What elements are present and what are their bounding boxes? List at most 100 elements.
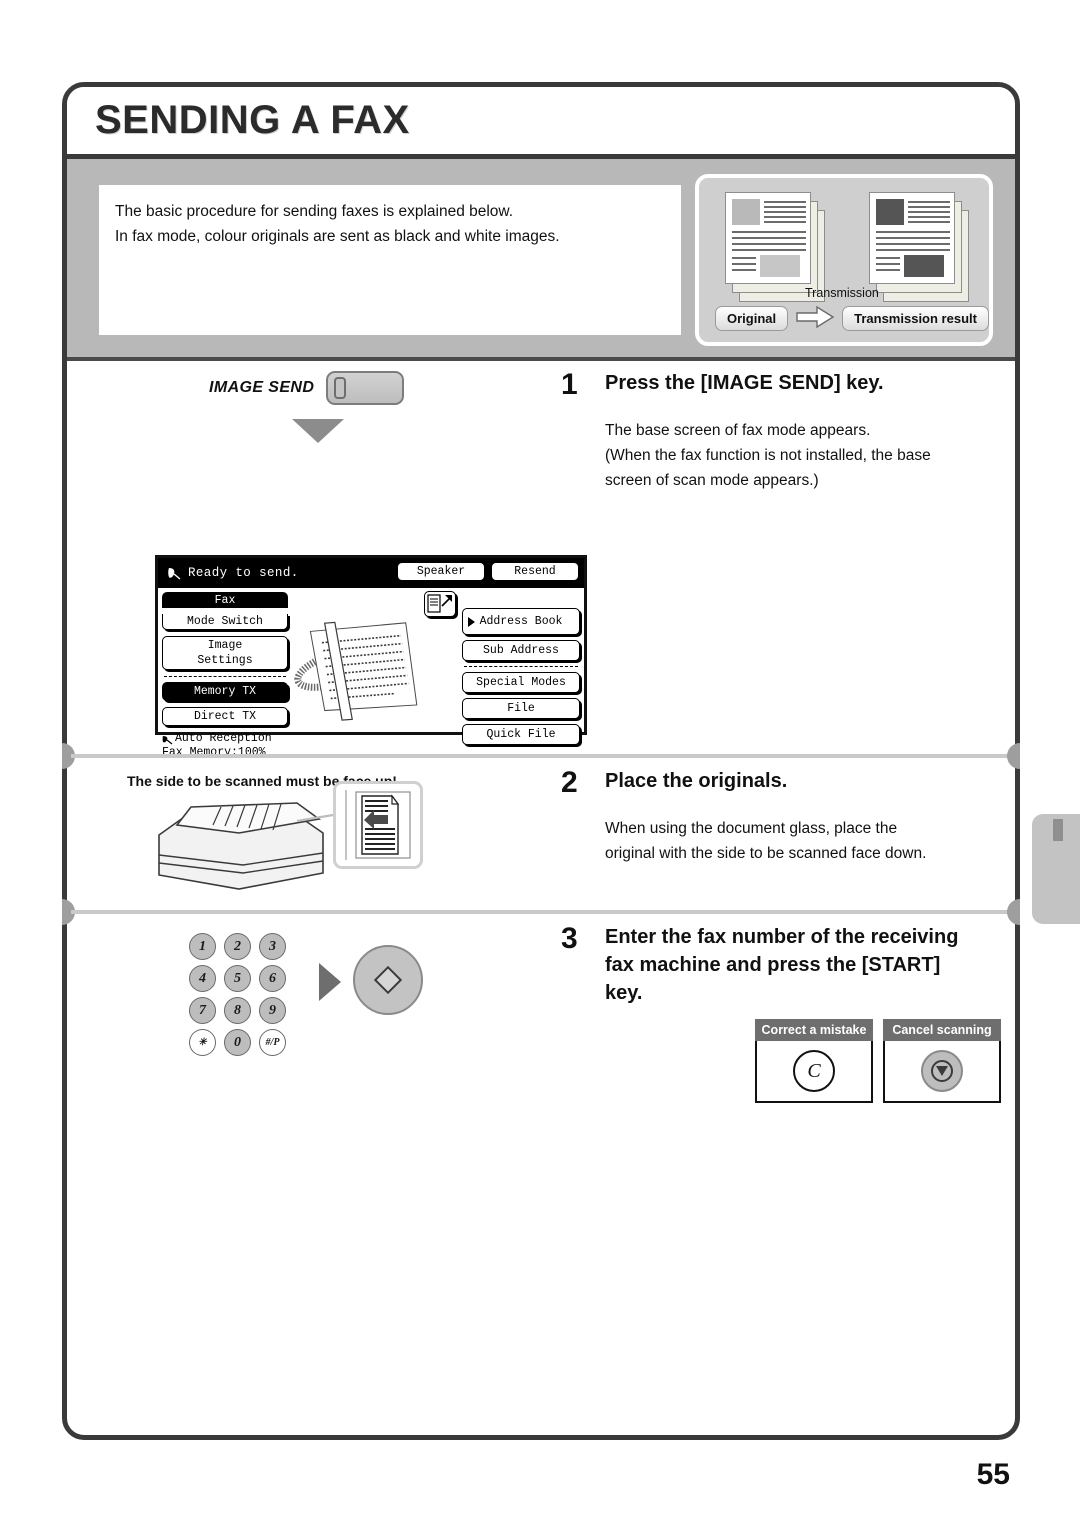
right-column-divider bbox=[464, 666, 578, 667]
keypad-key-8[interactable]: 8 bbox=[224, 997, 251, 1024]
keypad-key-2[interactable]: 2 bbox=[224, 933, 251, 960]
image-send-key-icon bbox=[326, 371, 405, 405]
scanned-document-preview-art bbox=[286, 606, 436, 730]
fax-screen-main: Fax Mode Switch Image Settings Memory TX… bbox=[158, 588, 584, 759]
keypad-row: 7 8 9 bbox=[189, 997, 286, 1024]
procedure-body: IMAGE SEND Ready to send. Speaker Resend… bbox=[62, 361, 1020, 1435]
image-settings-label-bottom: Settings bbox=[197, 654, 253, 667]
keypad-key-3[interactable]: 3 bbox=[259, 933, 286, 960]
address-book-label: Address Book bbox=[479, 615, 563, 628]
illustration-captions: Original Transmission result bbox=[715, 304, 989, 332]
keypad-key-6[interactable]: 6 bbox=[259, 965, 286, 992]
page-frame: SENDING A FAX The basic procedure for se… bbox=[62, 82, 1020, 1440]
image-send-hardware-key[interactable]: IMAGE SEND bbox=[209, 371, 405, 405]
step-2-title: Place the originals. bbox=[605, 770, 788, 792]
address-book-button[interactable]: Address Book bbox=[462, 608, 580, 635]
keypad-key-4[interactable]: 4 bbox=[189, 965, 216, 992]
auto-reception-status: Auto Reception bbox=[162, 732, 288, 745]
step-1: IMAGE SEND Ready to send. Speaker Resend… bbox=[67, 361, 1015, 759]
step-2-illustration: The side to be scanned must be face up! bbox=[67, 763, 561, 911]
step-1-title: Press the [IMAGE SEND] key. bbox=[605, 372, 884, 394]
image-settings-label-top: Image bbox=[207, 639, 243, 652]
numeric-keypad[interactable]: 1 2 3 4 5 6 7 8 9 ✳ 0 #/P bbox=[189, 933, 286, 1061]
auto-reception-label: Auto Reception bbox=[175, 732, 272, 745]
step-divider-2 bbox=[62, 899, 1020, 925]
step-3-illustration: 1 2 3 4 5 6 7 8 9 ✳ 0 #/P bbox=[67, 919, 561, 1159]
step-3-title: Enter the fax number of the receiving fa… bbox=[605, 923, 958, 1007]
file-button[interactable]: File bbox=[462, 698, 580, 719]
step-2-number: 2 bbox=[561, 766, 578, 799]
keypad-row: ✳ 0 #/P bbox=[189, 1029, 286, 1056]
correct-mistake-card: Correct a mistake C bbox=[755, 1019, 873, 1103]
flow-down-arrow-icon bbox=[292, 419, 344, 443]
document-feeder-illustration bbox=[147, 799, 337, 896]
manual-page: SENDING A FAX The basic procedure for se… bbox=[0, 0, 1080, 1528]
step-3-text: 3 Enter the fax number of the receiving … bbox=[561, 923, 1011, 1007]
step-1-text: 1 Press the [IMAGE SEND] key. The base s… bbox=[561, 369, 1011, 493]
start-key[interactable] bbox=[353, 945, 423, 1015]
cancel-scanning-caption: Cancel scanning bbox=[883, 1019, 1001, 1041]
page-title: SENDING A FAX bbox=[95, 98, 410, 142]
keypad-row: 4 5 6 bbox=[189, 965, 286, 992]
step-2-description: When using the document glass, place the… bbox=[605, 816, 1011, 866]
step-2-body-line-1: When using the document glass, place the bbox=[605, 820, 898, 837]
image-settings-button[interactable]: Image Settings bbox=[162, 636, 288, 670]
keypad-to-start-arrow-icon bbox=[319, 963, 341, 1001]
stop-key[interactable] bbox=[921, 1050, 963, 1092]
correct-mistake-well: C bbox=[755, 1041, 873, 1103]
handset-icon bbox=[166, 565, 183, 582]
start-diamond-icon bbox=[373, 965, 403, 995]
keypad-key-0[interactable]: 0 bbox=[224, 1029, 251, 1056]
step-1-body-line-2: (When the fax function is not installed,… bbox=[605, 447, 931, 464]
keypad-key-7[interactable]: 7 bbox=[189, 997, 216, 1024]
fax-mode-switch-button-top[interactable]: Fax bbox=[162, 592, 288, 608]
quick-file-button[interactable]: Quick File bbox=[462, 724, 580, 745]
step-3-title-line-1: Enter the fax number of the receiving bbox=[605, 926, 959, 948]
speaker-button[interactable]: Speaker bbox=[397, 562, 485, 581]
memory-tx-button[interactable]: Memory TX bbox=[162, 682, 288, 701]
clear-key[interactable]: C bbox=[793, 1050, 835, 1092]
correct-mistake-caption: Correct a mistake bbox=[755, 1019, 873, 1041]
step-divider-1 bbox=[62, 743, 1020, 769]
fax-right-button-column: Address Book Sub Address Special Modes F… bbox=[462, 608, 580, 750]
image-send-label: IMAGE SEND bbox=[209, 379, 315, 396]
transmission-illustration: Transmission Original Transmission resul… bbox=[695, 174, 993, 346]
chapter-edge-nub bbox=[1053, 819, 1063, 841]
step-1-number: 1 bbox=[561, 368, 578, 401]
step-2-body-line-2: original with the side to be scanned fac… bbox=[605, 845, 927, 862]
transmission-result-caption: Transmission result bbox=[842, 305, 989, 331]
cancel-scanning-well bbox=[883, 1041, 1001, 1103]
cancel-scanning-card: Cancel scanning bbox=[883, 1019, 1001, 1103]
sub-address-button[interactable]: Sub Address bbox=[462, 640, 580, 661]
resend-button[interactable]: Resend bbox=[491, 562, 579, 581]
intro-line-1: The basic procedure for sending faxes is… bbox=[115, 203, 514, 220]
correction-key-cards: Correct a mistake C Cancel scanning bbox=[755, 1019, 1001, 1103]
fax-base-screen: Ready to send. Speaker Resend Fax Mode S… bbox=[155, 555, 587, 759]
step-3-title-line-2: fax machine and press the [START] bbox=[605, 954, 941, 976]
page-number: 55 bbox=[976, 1458, 1010, 1491]
keypad-key-asterisk[interactable]: ✳ bbox=[189, 1029, 216, 1056]
fax-top-buttons: Speaker Resend bbox=[397, 562, 579, 581]
step-3-title-line-3: key. bbox=[605, 982, 643, 1004]
step-2: The side to be scanned must be face up! bbox=[67, 763, 1015, 911]
keypad-key-hash-p[interactable]: #/P bbox=[259, 1029, 286, 1056]
fax-screen-status-bar: Ready to send. Speaker Resend bbox=[158, 558, 584, 588]
fax-mode-switch-button-bottom[interactable]: Mode Switch bbox=[162, 614, 288, 630]
step-1-body-line-3: screen of scan mode appears.) bbox=[605, 472, 819, 489]
step-3: 1 2 3 4 5 6 7 8 9 ✳ 0 #/P 3 Enter the fa… bbox=[67, 919, 1015, 1159]
step-1-illustration: IMAGE SEND Ready to send. Speaker Resend… bbox=[67, 361, 587, 759]
keypad-key-9[interactable]: 9 bbox=[259, 997, 286, 1024]
auto-reception-icon bbox=[161, 733, 174, 746]
keypad-key-1[interactable]: 1 bbox=[189, 933, 216, 960]
address-book-arrow-icon bbox=[468, 616, 475, 627]
page-title-bar: SENDING A FAX bbox=[67, 87, 1015, 159]
result-document-stack bbox=[869, 192, 969, 304]
keypad-key-5[interactable]: 5 bbox=[224, 965, 251, 992]
special-modes-button[interactable]: Special Modes bbox=[462, 672, 580, 693]
preview-icon[interactable] bbox=[424, 591, 456, 617]
transmission-label: Transmission bbox=[805, 286, 879, 300]
stop-icon bbox=[931, 1060, 953, 1082]
face-up-detail-callout bbox=[333, 781, 423, 869]
direct-tx-button[interactable]: Direct TX bbox=[162, 707, 288, 726]
fax-status-text: Ready to send. bbox=[188, 566, 299, 580]
